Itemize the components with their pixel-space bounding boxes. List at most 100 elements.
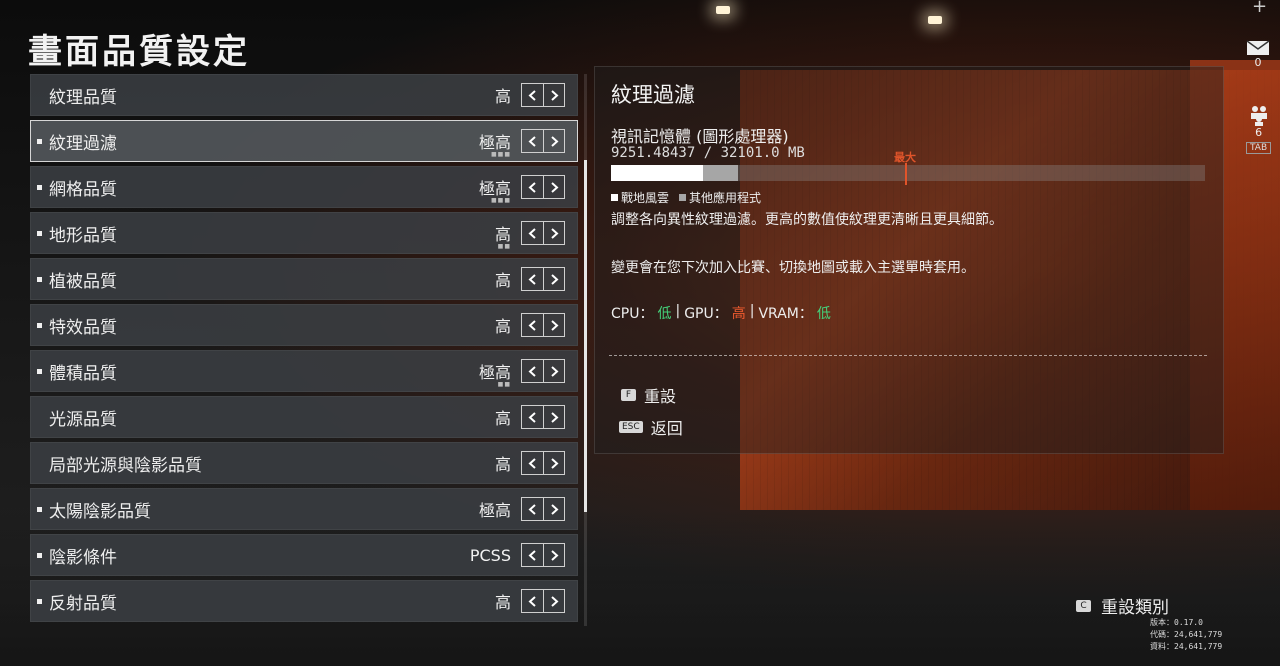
code-value: 24,641,779 (1174, 630, 1223, 639)
setting-row[interactable]: 陰影條件 PCSS (30, 534, 578, 576)
mail-button[interactable]: 0 (1246, 40, 1270, 69)
setting-row[interactable]: 紋理品質 高 (30, 74, 578, 116)
setting-value-text: PCSS (469, 545, 511, 565)
next-value-button[interactable] (543, 222, 564, 244)
chevron-left-icon (528, 135, 536, 147)
reset-button[interactable]: F 重設 (621, 383, 676, 407)
keycap-f: F (621, 389, 636, 401)
next-value-button[interactable] (543, 406, 564, 428)
setting-label: 太陽陰影品質 (49, 501, 151, 522)
previous-value-button[interactable] (522, 452, 543, 474)
setting-row[interactable]: 太陽陰影品質 極高 (30, 488, 578, 530)
setting-label: 紋理過濾 (49, 133, 117, 154)
value-stepper (521, 313, 565, 337)
next-value-button[interactable] (543, 314, 564, 336)
chevron-right-icon (550, 89, 558, 101)
setting-value-text: 極高 (478, 363, 511, 382)
previous-value-button[interactable] (522, 406, 543, 428)
setting-label: 特效品質 (49, 317, 117, 338)
reset-category-button[interactable]: C 重設類別 (1076, 593, 1169, 618)
back-button[interactable]: ESC 返回 (619, 415, 683, 439)
modified-marker (37, 276, 42, 282)
setting-row[interactable]: 植被品質 高 (30, 258, 578, 300)
next-value-button[interactable] (543, 360, 564, 382)
chevron-right-icon (550, 595, 558, 607)
cpu-impact: 低 (657, 306, 672, 322)
next-value-button[interactable] (543, 130, 564, 152)
legend-item-game: 戰地風雲 (611, 189, 669, 206)
previous-value-button[interactable] (522, 590, 543, 612)
modified-marker (37, 461, 42, 466)
squad-button[interactable]: 6 TAB (1246, 104, 1272, 154)
value-stepper (521, 497, 565, 521)
performance-impact: CPU： 低 | GPU： 高 | VRAM： 低 (611, 303, 831, 323)
setting-value-text: 高 (494, 317, 511, 336)
previous-value-button[interactable] (522, 498, 543, 520)
previous-value-button[interactable] (522, 268, 543, 290)
next-value-button[interactable] (543, 498, 564, 520)
setting-label: 光源品質 (49, 409, 117, 430)
setting-value-text: 高 (494, 409, 511, 428)
chevron-right-icon (550, 503, 558, 515)
reset-label: 重設 (644, 387, 677, 406)
modified-marker (37, 598, 42, 604)
setting-value: 高 (495, 451, 511, 475)
next-value-button[interactable] (543, 176, 564, 198)
chevron-right-icon (550, 135, 558, 147)
previous-value-button[interactable] (522, 544, 543, 566)
value-stepper (521, 267, 565, 291)
chevron-left-icon (528, 181, 536, 193)
setting-row[interactable]: 體積品質 極高 ■■ (30, 350, 578, 392)
setting-row[interactable]: 紋理過濾 極高 ■■■ (30, 120, 578, 162)
page-title: 畫面品質設定 (28, 32, 250, 72)
setting-description: 調整各向異性紋理過濾。更高的數值使紋理更清晰且更具細節。 (611, 212, 1003, 228)
detail-panel: 紋理過濾 視訊記憶體 (圖形處理器) 9251.48437 / 32101.0 … (594, 66, 1224, 454)
chevron-left-icon (528, 503, 536, 515)
ceiling-light (928, 16, 942, 24)
ceiling-light (716, 6, 730, 14)
previous-value-button[interactable] (522, 360, 543, 382)
modified-marker (37, 415, 42, 420)
legend-label-other: 其他應用程式 (689, 191, 762, 205)
setting-label: 反射品質 (49, 593, 117, 614)
previous-value-button[interactable] (522, 84, 543, 106)
setting-value-dots: ■■ (497, 381, 511, 388)
keycap-c: C (1076, 599, 1091, 612)
value-stepper (521, 543, 565, 567)
next-value-button[interactable] (543, 268, 564, 290)
setting-row[interactable]: 反射品質 高 (30, 580, 578, 622)
next-value-button[interactable] (543, 544, 564, 566)
modified-marker (37, 322, 42, 328)
vram-usage-bar (611, 165, 1205, 181)
vram-impact-label: VRAM： (758, 306, 813, 322)
setting-row[interactable]: 光源品質 高 (30, 396, 578, 438)
modified-marker (37, 552, 42, 558)
value-stepper (521, 451, 565, 475)
previous-value-button[interactable] (522, 314, 543, 336)
chevron-right-icon (550, 273, 558, 285)
divider (609, 355, 1207, 356)
data-line: 資料：24,641,779 (1150, 641, 1222, 653)
version-line: 版本：0.17.0 (1150, 617, 1222, 629)
setting-row[interactable]: 特效品質 高 (30, 304, 578, 346)
next-value-button[interactable] (543, 590, 564, 612)
previous-value-button[interactable] (522, 130, 543, 152)
back-label: 返回 (650, 419, 683, 438)
setting-row[interactable]: 地形品質 高 ■■ (30, 212, 578, 254)
previous-value-button[interactable] (522, 222, 543, 244)
chevron-left-icon (528, 89, 536, 101)
legend-item-other: 其他應用程式 (679, 189, 761, 206)
plus-icon[interactable]: + (1252, 0, 1267, 17)
chevron-left-icon (528, 595, 536, 607)
next-value-button[interactable] (543, 84, 564, 106)
previous-value-button[interactable] (522, 176, 543, 198)
setting-row[interactable]: 局部光源與陰影品質 高 (30, 442, 578, 484)
chevron-right-icon (550, 181, 558, 193)
setting-value-text: 高 (494, 593, 511, 612)
next-value-button[interactable] (543, 452, 564, 474)
scrollbar-thumb[interactable] (584, 160, 587, 512)
code-label: 代碼： (1150, 630, 1174, 639)
setting-value: 高 (495, 267, 511, 291)
chevron-left-icon (528, 411, 536, 423)
setting-row[interactable]: 網格品質 極高 ■■■ (30, 166, 578, 208)
